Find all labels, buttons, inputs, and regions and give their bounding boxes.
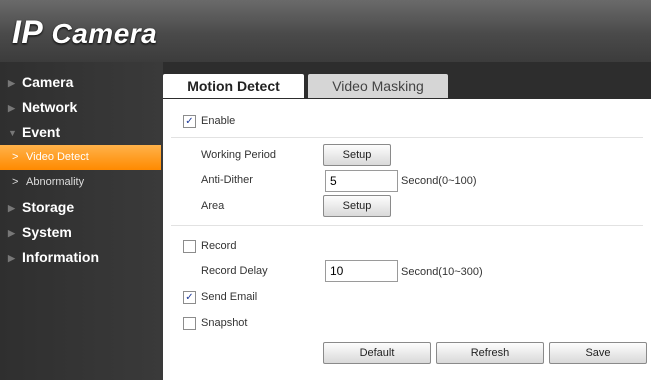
anti-dither-label: Anti-Dither — [201, 174, 253, 186]
working-period-label: Working Period — [201, 149, 276, 161]
sidebar-item-label: Network — [22, 99, 78, 115]
anti-dither-input[interactable] — [325, 170, 398, 192]
enable-checkbox[interactable]: ✓ — [183, 115, 196, 128]
sidebar-item-information[interactable]: ▶ Information — [0, 245, 163, 270]
app-header: IP Camera — [0, 0, 651, 63]
anti-dither-unit: Second(0~100) — [401, 175, 477, 187]
snapshot-checkbox[interactable] — [183, 317, 196, 330]
sidebar-item-video-detect[interactable]: > Video Detect — [0, 145, 161, 170]
record-row: Record — [163, 235, 651, 259]
refresh-button[interactable]: Refresh — [436, 342, 544, 364]
save-button[interactable]: Save — [549, 342, 647, 364]
record-delay-label: Record Delay — [201, 265, 268, 277]
collapsed-arrow-icon: ▶ — [8, 202, 15, 213]
divider — [171, 225, 643, 226]
app-logo: IP Camera — [12, 14, 157, 51]
collapsed-arrow-icon: ▶ — [8, 227, 15, 238]
sidebar-item-label: Information — [22, 249, 99, 265]
record-delay-unit: Second(10~300) — [401, 266, 483, 278]
sidebar-item-label: Abnormality — [26, 176, 85, 188]
send-email-checkbox[interactable]: ✓ — [183, 291, 196, 304]
sidebar-item-label: Camera — [22, 74, 74, 90]
record-delay-input[interactable] — [325, 260, 398, 282]
snapshot-row: Snapshot — [163, 312, 651, 336]
area-setup-button[interactable]: Setup — [323, 195, 391, 217]
sidebar-item-abnormality[interactable]: > Abnormality — [0, 170, 161, 195]
sidebar-item-label: System — [22, 224, 72, 240]
default-button[interactable]: Default — [323, 342, 431, 364]
settings-panel: ✓ Enable Working Period Setup Anti-Dithe… — [163, 99, 651, 380]
record-delay-row: Record Delay Second(10~300) — [163, 260, 651, 284]
chevron-right-icon: > — [12, 176, 19, 188]
sidebar-item-label: Storage — [22, 199, 75, 215]
snapshot-label: Snapshot — [201, 317, 248, 329]
sidebar-item-storage[interactable]: ▶ Storage — [0, 195, 163, 220]
divider — [171, 137, 643, 138]
expanded-arrow-icon: ▼ — [8, 127, 17, 138]
anti-dither-row: Anti-Dither Second(0~100) — [163, 169, 651, 193]
area-row: Area Setup — [163, 195, 651, 219]
tab-motion-detect[interactable]: Motion Detect — [163, 74, 304, 98]
sidebar: ▶ Camera ▶ Network ▼ Event > Video Detect > A… — [0, 62, 163, 380]
collapsed-arrow-icon: ▶ — [8, 252, 15, 263]
sidebar-item-network[interactable]: ▶ Network — [0, 95, 163, 120]
sidebar-nav: ▶ Camera ▶ Network ▼ Event > Video Detect > A… — [0, 62, 163, 270]
logo-camera: Camera — [43, 18, 158, 49]
sidebar-item-label: Video Detect — [26, 151, 89, 163]
chevron-right-icon: > — [12, 151, 19, 163]
collapsed-arrow-icon: ▶ — [8, 102, 15, 113]
sidebar-item-camera[interactable]: ▶ Camera — [0, 70, 163, 95]
enable-label: Enable — [201, 115, 236, 127]
area-label: Area — [201, 200, 225, 212]
send-email-label: Send Email — [201, 291, 258, 303]
record-label: Record — [201, 240, 237, 252]
collapsed-arrow-icon: ▶ — [8, 77, 15, 88]
tab-video-masking[interactable]: Video Masking — [308, 74, 448, 98]
tab-bar: Motion Detect Video Masking — [163, 74, 651, 100]
sidebar-item-event[interactable]: ▼ Event — [0, 120, 163, 145]
working-period-setup-button[interactable]: Setup — [323, 144, 391, 166]
sidebar-item-system[interactable]: ▶ System — [0, 220, 163, 245]
working-period-row: Working Period Setup — [163, 144, 651, 168]
record-checkbox[interactable] — [183, 240, 196, 253]
enable-row: ✓ Enable — [163, 110, 651, 134]
logo-ip: IP — [12, 14, 44, 50]
main-content: Motion Detect Video Masking ✓ Enable Wor… — [163, 62, 651, 380]
sidebar-item-label: Event — [22, 124, 61, 140]
send-email-row: ✓ Send Email — [163, 286, 651, 310]
